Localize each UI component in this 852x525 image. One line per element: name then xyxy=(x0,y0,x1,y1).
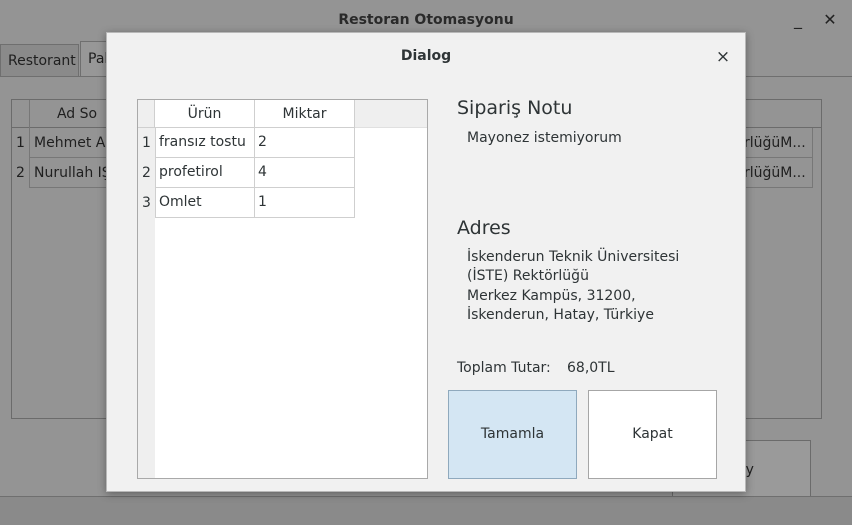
tab-restorant[interactable]: Restorant xyxy=(0,44,79,76)
order-dialog: Dialog × Ürün Miktar 1 fransız tostu 2 2… xyxy=(106,32,746,492)
column-header-quantity[interactable]: Miktar xyxy=(255,100,355,128)
close-button[interactable]: Kapat xyxy=(588,390,717,479)
row-number: 2 xyxy=(16,165,25,181)
address-heading: Adres xyxy=(457,217,511,239)
order-items-table[interactable]: Ürün Miktar 1 fransız tostu 2 2 profetir… xyxy=(137,99,428,479)
row-number: 2 xyxy=(138,158,155,188)
column-header-product[interactable]: Ürün xyxy=(155,100,255,128)
minimize-button[interactable]: _ xyxy=(786,0,810,40)
status-strip xyxy=(0,496,852,525)
row-number: 1 xyxy=(16,135,25,151)
row-number: 3 xyxy=(138,188,155,218)
dialog-close-icon[interactable]: × xyxy=(711,45,735,69)
table-cell-quantity[interactable]: 4 xyxy=(255,158,355,188)
table-cell-address[interactable]: rlüğüM... xyxy=(737,158,813,188)
table-cell-quantity[interactable]: 2 xyxy=(255,128,355,158)
address-line: İskenderun, Hatay, Türkiye xyxy=(467,307,654,323)
row-number: 1 xyxy=(138,128,155,158)
window-close-button[interactable]: ✕ xyxy=(818,0,842,40)
address-line: İskenderun Teknik Üniversitesi xyxy=(467,249,680,265)
address-line: Merkez Kampüs, 31200, xyxy=(467,288,636,304)
dialog-title: Dialog xyxy=(400,48,452,64)
table-cell-product[interactable]: Omlet xyxy=(155,188,255,218)
total-value: 68,0TL xyxy=(567,360,615,376)
order-table-header: Ürün Miktar xyxy=(138,100,427,128)
order-note-heading: Sipariş Notu xyxy=(457,97,573,119)
table-cell-product[interactable]: profetirol xyxy=(155,158,255,188)
total-label: Toplam Tutar: xyxy=(457,360,551,376)
table-cell-address[interactable]: rlüğüM... xyxy=(737,128,813,158)
table-cell-quantity[interactable]: 1 xyxy=(255,188,355,218)
table-cell-product[interactable]: fransız tostu xyxy=(155,128,255,158)
header-filler xyxy=(355,100,427,128)
complete-button[interactable]: Tamamla xyxy=(448,390,577,479)
address-line: (İSTE) Rektörlüğü xyxy=(467,268,589,284)
order-note-text: Mayonez istemiyorum xyxy=(467,130,622,146)
table-corner[interactable] xyxy=(138,100,155,128)
